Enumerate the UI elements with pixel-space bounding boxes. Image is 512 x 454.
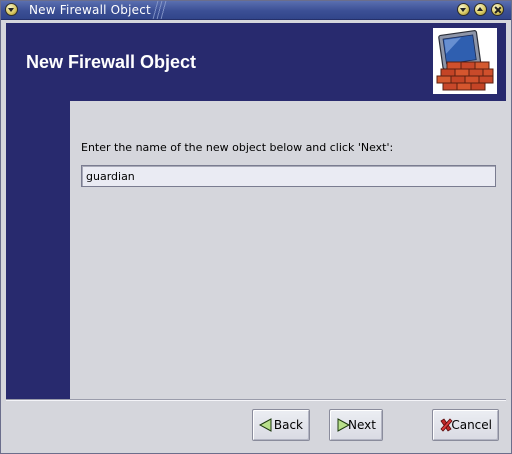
next-button-label: Next	[348, 418, 376, 432]
close-icon	[492, 4, 503, 15]
wizard-side-stripe	[6, 101, 70, 399]
wizard-header: New Firewall Object	[6, 23, 506, 101]
chevron-down-icon	[458, 4, 469, 15]
firewall-logo-icon	[433, 28, 497, 94]
object-name-input[interactable]	[81, 165, 496, 187]
x-icon	[439, 418, 453, 432]
button-separator	[6, 399, 506, 401]
arrow-right-icon	[336, 418, 350, 432]
back-button-label: Back	[273, 418, 303, 432]
window-title: New Firewall Object	[29, 3, 151, 17]
title-bar[interactable]: New Firewall Object	[1, 1, 511, 20]
cancel-button[interactable]: Cancel	[432, 409, 499, 441]
minimize-button[interactable]	[457, 3, 470, 16]
instruction-label: Enter the name of the new object below a…	[81, 141, 394, 154]
wizard-content: Enter the name of the new object below a…	[70, 101, 506, 399]
close-button[interactable]	[491, 3, 504, 16]
page-title: New Firewall Object	[26, 52, 197, 72]
titlebar-decoration	[150, 1, 170, 19]
arrow-left-icon	[259, 418, 272, 432]
dialog-window: New Firewall Object New Firewall Object	[0, 0, 512, 454]
cancel-button-label: Cancel	[451, 418, 492, 432]
maximize-button[interactable]	[474, 3, 487, 16]
back-button[interactable]: Back	[252, 409, 310, 441]
window-menu-icon[interactable]	[5, 3, 18, 16]
chevron-up-icon	[475, 4, 486, 15]
next-button[interactable]: Next	[329, 409, 383, 441]
